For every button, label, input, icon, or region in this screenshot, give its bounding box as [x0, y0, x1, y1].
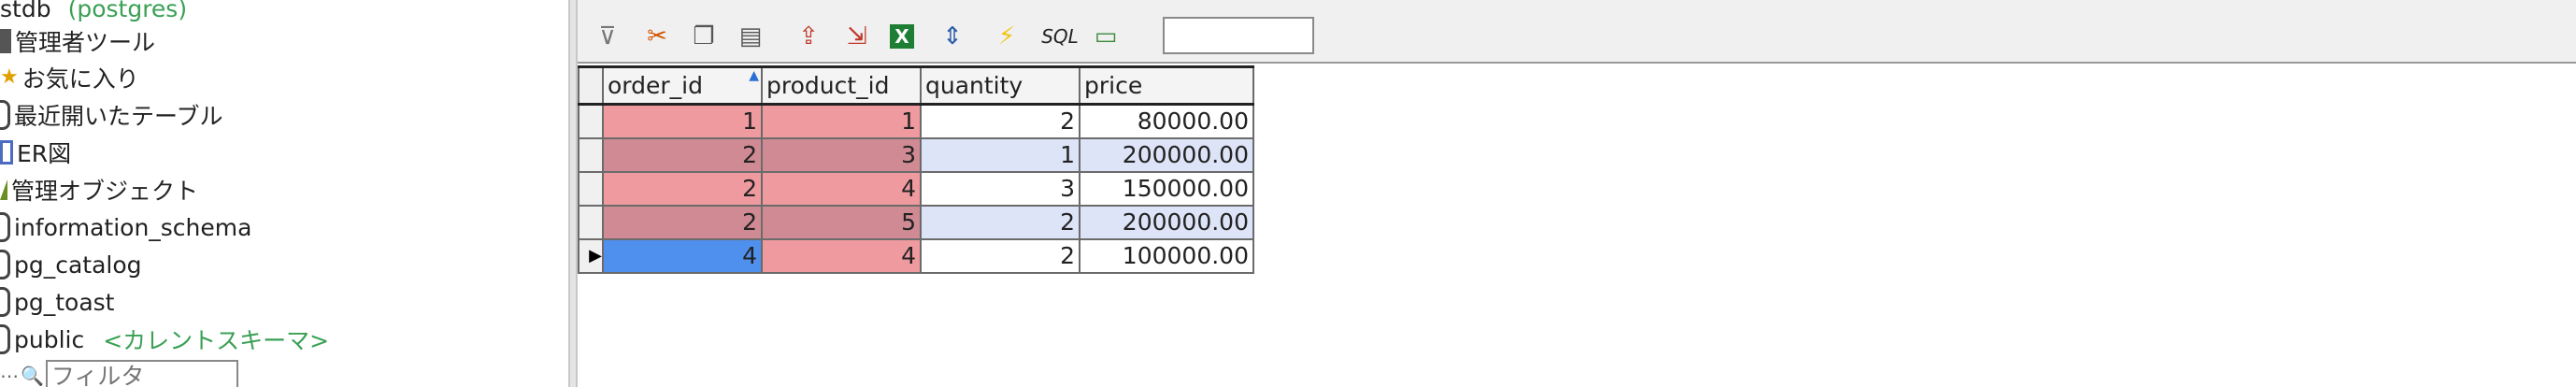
filter-icon[interactable]: ⊽	[592, 21, 623, 52]
search-icon: 🔍	[21, 365, 44, 387]
connection-name: stdb	[0, 0, 51, 22]
tree-item-pg-catalog[interactable]: pg_catalog	[0, 247, 142, 282]
row-header[interactable]	[578, 136, 604, 173]
column-header-label: order_id	[608, 72, 703, 99]
object-tree: stdb (postgres) 管理者ツール ★ お気に入り 最近開いたテーブル…	[0, 0, 568, 387]
tree-filter-row: ⋯ 🔍	[0, 357, 238, 387]
schema-icon	[0, 324, 10, 354]
cell-price[interactable]: 150000.00	[1079, 170, 1254, 207]
tree-item-label: pg_toast	[14, 288, 115, 316]
cell-product-id[interactable]: 4	[761, 170, 922, 207]
cell-price[interactable]: 100000.00	[1079, 237, 1254, 274]
column-header-label: quantity	[925, 72, 1023, 99]
export-icon[interactable]: ⇪	[793, 21, 824, 52]
tree-item-label: お気に入り	[21, 65, 139, 93]
cell-quantity[interactable]: 2	[920, 204, 1080, 240]
current-schema-tag: <カレントスキーマ>	[103, 327, 330, 354]
current-row-marker-icon[interactable]: ▶	[578, 237, 604, 274]
sort-ascending-icon: ▲	[749, 68, 759, 83]
cut-icon[interactable]: ✂	[641, 21, 673, 52]
row-header[interactable]	[578, 103, 604, 139]
tree-item-admin-tools[interactable]: 管理者ツール	[0, 23, 155, 59]
cell-product-id[interactable]: 4	[761, 237, 922, 274]
row-header[interactable]	[578, 170, 604, 207]
column-header-quantity[interactable]: quantity	[920, 65, 1080, 106]
grid-toolbar: ⊽ ✂ ❐ ▤ ⇪ ⇲ X ⇕ ⚡ SQL ▭	[578, 0, 2576, 64]
cell-order-id[interactable]: 4	[602, 237, 763, 274]
tree-item-label: 最近開いたテーブル	[14, 103, 223, 130]
schema-icon	[0, 212, 10, 242]
table-row[interactable]: ▶ 4 4 2 100000.00	[578, 237, 1254, 274]
cell-quantity[interactable]: 2	[920, 103, 1080, 139]
cell-price[interactable]: 80000.00	[1079, 103, 1254, 139]
tree-connector-icon: ⋯	[0, 365, 19, 387]
admin-tools-icon	[0, 29, 11, 53]
tree-item-label: public	[14, 325, 85, 353]
cell-quantity[interactable]: 2	[920, 237, 1080, 274]
tree-item-label: 管理オブジェクト	[11, 178, 199, 205]
table-row[interactable]: 2 5 2 200000.00	[578, 204, 1254, 240]
cell-order-id[interactable]: 2	[602, 170, 763, 207]
row-header-corner	[578, 65, 604, 106]
cell-order-id[interactable]: 1	[602, 103, 763, 139]
table-row[interactable]: 2 3 1 200000.00	[578, 136, 1254, 173]
cell-product-id[interactable]: 5	[761, 204, 922, 240]
column-settings-icon[interactable]: ⇕	[937, 21, 968, 52]
column-header-product-id[interactable]: product_id	[761, 65, 922, 106]
tree-item-recent-tables[interactable]: 最近開いたテーブル	[0, 97, 223, 133]
recent-tables-icon	[0, 100, 10, 130]
sql-icon[interactable]: SQL	[1039, 21, 1080, 52]
er-diagram-icon	[0, 140, 13, 165]
schema-icon	[0, 287, 10, 317]
panel-splitter[interactable]	[568, 0, 578, 387]
tree-item-pg-toast[interactable]: pg_toast	[0, 284, 114, 320]
comment-icon[interactable]: ▭	[1090, 21, 1122, 52]
cell-quantity[interactable]: 3	[920, 170, 1080, 207]
schema-icon	[0, 250, 10, 280]
cell-price[interactable]: 200000.00	[1079, 204, 1254, 240]
connection-engine: (postgres)	[67, 0, 188, 22]
execute-icon[interactable]: ⚡	[991, 21, 1023, 52]
tree-item-favorites[interactable]: ★ お気に入り	[0, 60, 139, 95]
cell-order-id[interactable]: 2	[602, 136, 763, 173]
tree-item-er-diagram[interactable]: ER図	[0, 135, 71, 170]
cell-product-id[interactable]: 3	[761, 136, 922, 173]
column-header-order-id[interactable]: order_id ▲	[602, 65, 763, 106]
row-header[interactable]	[578, 204, 604, 240]
column-header-price[interactable]: price	[1079, 65, 1254, 106]
tree-filter-input[interactable]	[45, 360, 238, 387]
result-grid: order_id ▲ product_id quantity price 1 1…	[578, 65, 1254, 274]
column-header-label: price	[1084, 72, 1143, 99]
tree-item-managed-objects[interactable]: 管理オブジェクト	[0, 172, 198, 208]
cell-product-id[interactable]: 1	[761, 103, 922, 139]
import-icon[interactable]: ⇲	[841, 21, 873, 52]
column-header-label: product_id	[766, 72, 890, 99]
grid-header-row: order_id ▲ product_id quantity price	[578, 65, 1254, 106]
star-icon: ★	[0, 65, 19, 89]
toolbar-search-input[interactable]	[1163, 17, 1314, 54]
tree-item-label: ER図	[17, 140, 72, 167]
excel-icon[interactable]: X	[890, 24, 914, 49]
cell-order-id[interactable]: 2	[602, 204, 763, 240]
cell-quantity[interactable]: 1	[920, 136, 1080, 173]
tree-connection[interactable]: stdb (postgres)	[0, 0, 187, 26]
table-row[interactable]: 1 1 2 80000.00	[578, 103, 1254, 139]
managed-objects-icon	[0, 179, 7, 200]
tree-item-information-schema[interactable]: information_schema	[0, 209, 251, 245]
copy-icon[interactable]: ❐	[688, 21, 720, 52]
cell-price[interactable]: 200000.00	[1079, 136, 1254, 173]
tree-item-label: pg_catalog	[14, 251, 142, 279]
result-grid-area: order_id ▲ product_id quantity price 1 1…	[578, 64, 2576, 387]
table-row[interactable]: 2 4 3 150000.00	[578, 170, 1254, 207]
tree-item-public[interactable]: public <カレントスキーマ>	[0, 322, 329, 357]
tree-item-label: information_schema	[14, 213, 252, 241]
paste-icon[interactable]: ▤	[735, 21, 766, 52]
tree-item-label: 管理者ツール	[15, 29, 156, 56]
